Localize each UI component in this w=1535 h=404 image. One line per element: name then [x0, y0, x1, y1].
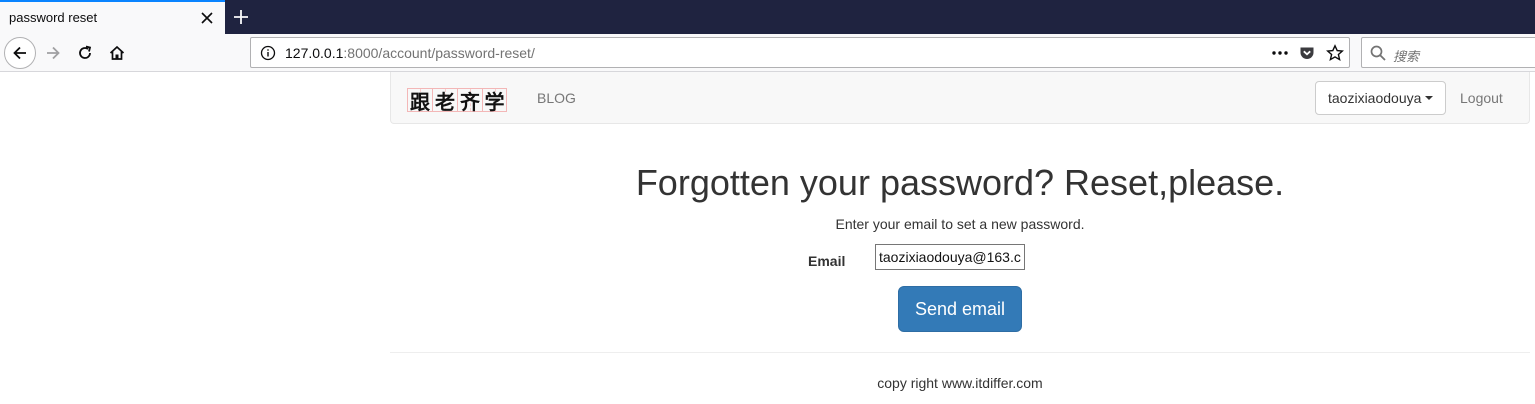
browser-toolbar: 127.0.0.1:8000/account/password-reset/ 搜… [0, 34, 1535, 72]
brand-char: 老 [432, 88, 457, 114]
page-title: Forgotten your password? Reset,please. [635, 162, 1285, 203]
url-bar[interactable]: 127.0.0.1:8000/account/password-reset/ [250, 37, 1350, 68]
tab-strip: password reset [0, 0, 1535, 34]
page-instructions: Enter your email to set a new password. [835, 216, 1085, 232]
tab-password-reset[interactable]: password reset [0, 0, 225, 34]
search-icon [1370, 45, 1386, 61]
tab-title: password reset [9, 10, 98, 25]
send-email-button[interactable]: Send email [898, 286, 1022, 332]
forward-button[interactable] [37, 37, 69, 69]
url-host: 127.0.0.1 [285, 45, 344, 61]
footer-copyright: copy right www.itdiffer.com [877, 375, 1043, 391]
info-icon[interactable] [260, 45, 276, 61]
email-field[interactable] [875, 244, 1025, 270]
pocket-icon[interactable] [1298, 44, 1316, 62]
new-tab-icon[interactable] [231, 7, 251, 27]
more-actions-icon[interactable] [1271, 44, 1289, 62]
back-button[interactable] [4, 37, 36, 69]
bookmark-star-icon[interactable] [1326, 44, 1344, 62]
close-icon[interactable] [199, 10, 215, 26]
brand-char: 学 [482, 88, 507, 114]
search-bar[interactable]: 搜索 [1361, 37, 1535, 68]
nav-link-blog[interactable]: BLOG [537, 90, 576, 106]
home-button[interactable] [101, 37, 133, 69]
brand-logo[interactable]: 跟 老 齐 学 [407, 88, 507, 114]
url-path: :8000/account/password-reset/ [343, 45, 535, 61]
divider [390, 352, 1530, 353]
url-text: 127.0.0.1:8000/account/password-reset/ [285, 45, 535, 61]
brand-char: 跟 [407, 88, 432, 114]
user-menu-label: taozixiaodouya [1328, 90, 1422, 106]
brand-char: 齐 [457, 88, 482, 114]
user-menu-dropdown[interactable]: taozixiaodouya [1315, 81, 1446, 115]
home-icon [109, 45, 125, 60]
search-placeholder: 搜索 [1393, 49, 1420, 64]
site-navbar: 跟 老 齐 学 BLOG taozixiaodouya Logout [390, 72, 1530, 124]
forward-arrow-icon [47, 46, 60, 60]
caret-down-icon [1425, 96, 1434, 100]
email-label: Email [808, 253, 846, 269]
reload-button[interactable] [69, 37, 101, 69]
back-arrow-icon [13, 46, 26, 60]
logout-link[interactable]: Logout [1460, 90, 1503, 106]
reload-icon [79, 45, 92, 59]
